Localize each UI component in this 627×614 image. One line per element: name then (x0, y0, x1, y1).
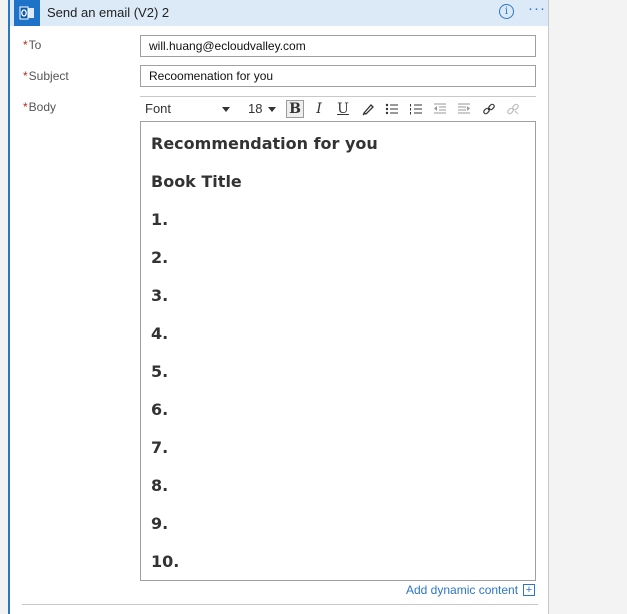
list-item: 10. (151, 552, 180, 571)
list-item: 1. (151, 210, 169, 229)
required-mark: * (23, 100, 28, 114)
divider (22, 604, 538, 605)
card-header[interactable]: Send an email (V2) 2 i ··· (10, 0, 548, 26)
numbered-list-icon[interactable] (407, 100, 425, 118)
list-item: 6. (151, 400, 169, 419)
bullet-list-icon[interactable] (383, 100, 401, 118)
outdent-icon[interactable] (431, 100, 449, 118)
body-heading: Recommendation for you (151, 134, 378, 153)
body-label: *Body (23, 100, 57, 114)
list-item: 2. (151, 248, 169, 267)
highlight-icon[interactable] (359, 100, 377, 118)
unlink-icon[interactable] (504, 100, 522, 118)
font-size-select[interactable]: 18 (248, 101, 262, 116)
link-icon[interactable] (480, 100, 498, 118)
plus-box-icon[interactable]: + (523, 584, 535, 596)
required-mark: * (23, 69, 28, 83)
list-item: 3. (151, 286, 169, 305)
body-editor[interactable]: Recommendation for you Book Title 1. 2. … (140, 121, 536, 581)
list-item: 9. (151, 514, 169, 533)
chevron-down-icon[interactable] (222, 107, 230, 112)
list-item: 5. (151, 362, 169, 381)
list-item: 7. (151, 438, 169, 457)
ellipsis-icon[interactable]: ··· (528, 0, 546, 17)
email-action-card: Send an email (V2) 2 i ··· *To will.huan… (8, 0, 549, 614)
bold-button[interactable]: B (286, 100, 304, 118)
info-circle-icon[interactable]: i (499, 4, 514, 19)
underline-button[interactable]: U (334, 100, 352, 118)
indent-icon[interactable] (455, 100, 473, 118)
book-title-heading: Book Title (151, 172, 242, 191)
chevron-down-icon[interactable] (268, 107, 276, 112)
required-mark: * (23, 38, 28, 52)
to-field[interactable]: will.huang@ecloudvalley.com (140, 35, 536, 57)
font-select[interactable]: Font (145, 101, 171, 116)
italic-button[interactable]: I (310, 100, 328, 118)
add-dynamic-content-link[interactable]: Add dynamic content (406, 583, 518, 597)
subject-field[interactable]: Recoomenation for you (140, 65, 536, 87)
action-title: Send an email (V2) 2 (47, 5, 170, 20)
list-item: 4. (151, 324, 169, 343)
rich-text-toolbar: Font 18 B I U (140, 96, 536, 122)
list-item: 8. (151, 476, 169, 495)
subject-label: *Subject (23, 69, 69, 83)
to-label: *To (23, 38, 42, 52)
outlook-icon (14, 0, 40, 26)
